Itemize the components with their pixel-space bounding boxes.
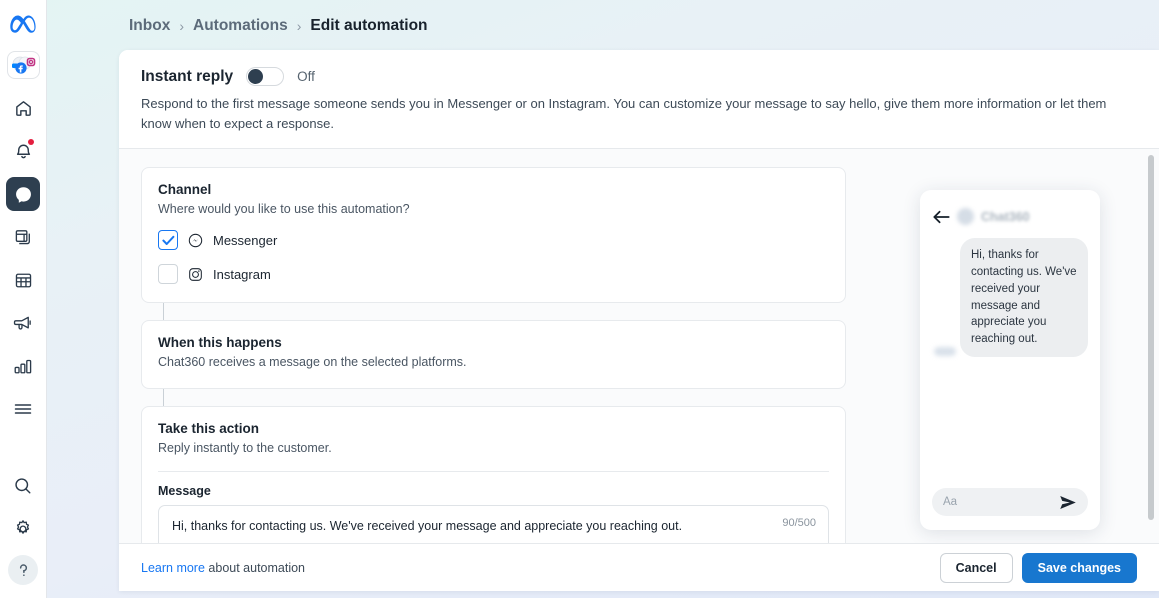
action-card-title: Take this action: [158, 421, 829, 436]
preview-typing-placeholder: [934, 347, 956, 356]
flow-connector-2: [163, 389, 164, 406]
preview-input-placeholder: Aa: [943, 496, 1059, 508]
more-menu-icon[interactable]: [6, 392, 40, 426]
message-field-label: Message: [158, 484, 829, 498]
breadcrumb-automations[interactable]: Automations: [193, 17, 288, 35]
channel-card: Channel Where would you like to use this…: [141, 167, 846, 303]
message-value: Hi, thanks for contacting us. We've rece…: [172, 517, 815, 536]
action-card-subtitle: Reply instantly to the customer.: [158, 439, 829, 457]
toggle-knob: [248, 69, 263, 84]
edit-automation-panel: Instant reply Off Respond to the first m…: [119, 50, 1159, 591]
send-icon[interactable]: [1059, 495, 1077, 510]
instant-reply-toggle[interactable]: [246, 67, 284, 86]
instagram-checkbox[interactable]: [158, 264, 178, 284]
account-switcher-button[interactable]: [7, 51, 40, 79]
breadcrumb-current-page: Edit automation: [310, 17, 427, 35]
panel-header: Instant reply Off Respond to the first m…: [119, 50, 1159, 149]
messenger-icon: [188, 233, 203, 248]
channel-card-subtitle: Where would you like to use this automat…: [158, 200, 829, 218]
breadcrumb-separator-2: ›: [297, 18, 302, 34]
page-title: Instant reply: [141, 68, 233, 86]
message-character-counter: 90/500: [782, 517, 816, 529]
help-icon[interactable]: [8, 555, 38, 585]
insights-bar-chart-icon[interactable]: [6, 349, 40, 383]
search-icon[interactable]: [6, 469, 40, 503]
channel-option-messenger[interactable]: Messenger: [158, 230, 829, 250]
sidebar-item-chats[interactable]: [6, 177, 40, 211]
gear-icon[interactable]: [6, 512, 40, 546]
panel-description: Respond to the first message someone sen…: [141, 94, 1126, 134]
back-arrow-icon[interactable]: [933, 210, 950, 224]
breadcrumb: Inbox › Automations › Edit automation: [129, 17, 428, 35]
panel-scrollbar[interactable]: [1146, 149, 1156, 591]
preview-brand-name: Chat360: [981, 210, 1030, 224]
notifications-bell-icon[interactable]: [6, 134, 40, 168]
action-card-divider: [158, 471, 829, 472]
ads-megaphone-icon[interactable]: [6, 306, 40, 340]
preview-message-input[interactable]: Aa: [932, 488, 1088, 516]
preview-message-bubble: Hi, thanks for contacting us. We've rece…: [960, 238, 1088, 357]
learn-more-text: Learn more about automation: [141, 561, 305, 575]
learn-more-link[interactable]: Learn more: [141, 561, 205, 575]
channel-option-list: Messenger Instagram: [158, 230, 829, 284]
breadcrumb-inbox[interactable]: Inbox: [129, 17, 170, 35]
panel-body: Channel Where would you like to use this…: [119, 149, 1159, 591]
panel-footer: Learn more about automation Cancel Save …: [119, 543, 1159, 591]
learn-more-rest: about automation: [205, 561, 305, 575]
automation-flow-column: Channel Where would you like to use this…: [141, 167, 846, 583]
breadcrumb-separator-1: ›: [179, 18, 184, 34]
instagram-icon: [188, 267, 203, 282]
left-nav-rail: [0, 0, 47, 598]
instagram-label: Instagram: [213, 267, 271, 282]
panel-scroll-region: Channel Where would you like to use this…: [119, 149, 1159, 591]
preview-avatar: [957, 208, 974, 225]
flow-connector-1: [163, 303, 164, 320]
toggle-state-label: Off: [297, 69, 315, 84]
channel-option-instagram[interactable]: Instagram: [158, 264, 829, 284]
notification-badge-dot: [28, 139, 34, 145]
trigger-card-subtitle: Chat360 receives a message on the select…: [158, 353, 829, 371]
message-preview-card: Chat360 Hi, thanks for contacting us. We…: [920, 190, 1100, 530]
preview-header: Chat360: [920, 190, 1100, 225]
trigger-card-title: When this happens: [158, 335, 829, 350]
planner-grid-icon[interactable]: [6, 263, 40, 297]
meta-logo-icon[interactable]: [10, 15, 37, 38]
save-changes-button[interactable]: Save changes: [1022, 553, 1137, 583]
posts-icon[interactable]: [6, 220, 40, 254]
channel-card-title: Channel: [158, 182, 829, 197]
cancel-button[interactable]: Cancel: [940, 553, 1013, 583]
messenger-checkbox[interactable]: [158, 230, 178, 250]
preview-message-row: Hi, thanks for contacting us. We've rece…: [920, 225, 1100, 357]
trigger-card: When this happens Chat360 receives a mes…: [141, 320, 846, 388]
home-icon[interactable]: [6, 91, 40, 125]
messenger-label: Messenger: [213, 233, 277, 248]
panel-scrollbar-thumb[interactable]: [1148, 155, 1154, 520]
